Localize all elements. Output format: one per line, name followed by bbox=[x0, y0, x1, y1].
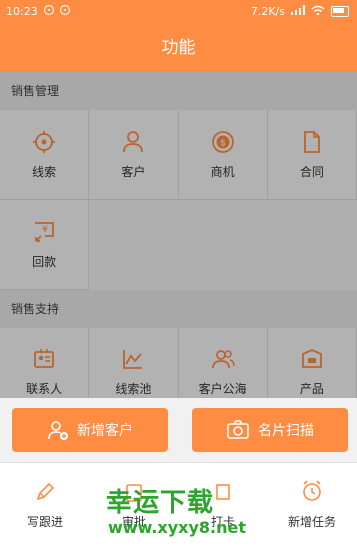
watermark-title: 幸运下载 bbox=[106, 488, 215, 518]
sales-support-grid: 联系人 线索池 客户公海 产品 bbox=[0, 328, 357, 404]
pencil-icon bbox=[36, 482, 55, 501]
svg-text:¥: ¥ bbox=[42, 225, 48, 235]
watermark-url: www.xyxy8.net bbox=[108, 518, 246, 537]
tab-label: 写跟进 bbox=[26, 515, 63, 529]
grid-item-lead-pool[interactable]: 线索池 bbox=[89, 328, 179, 404]
people-group-icon bbox=[211, 350, 235, 369]
grid-item-label: 产品 bbox=[299, 382, 324, 396]
grid-item-label: 联系人 bbox=[26, 382, 63, 396]
notification-dot-icon bbox=[44, 5, 54, 15]
tab-write-follow-up[interactable]: 写跟进 bbox=[5, 475, 85, 530]
add-customer-label: 新增客户 bbox=[77, 423, 133, 439]
wifi-icon bbox=[311, 5, 325, 18]
grid-item-products[interactable]: 产品 bbox=[267, 328, 357, 404]
grid-item-label: 线索 bbox=[32, 165, 57, 179]
add-person-icon bbox=[48, 421, 68, 440]
tab-new-task[interactable]: 新增任务 bbox=[272, 475, 352, 530]
signal-icon bbox=[291, 5, 305, 18]
target-icon bbox=[33, 131, 56, 153]
notification-dot-icon bbox=[60, 5, 70, 15]
grid-item-label: 合同 bbox=[299, 165, 324, 179]
sales-management-grid: 线索 客户 $ 商机 合同 ¥ 回款 bbox=[0, 110, 357, 290]
contact-card-icon bbox=[34, 349, 55, 368]
yuan-payment-icon: ¥ bbox=[35, 222, 55, 242]
grid-item-payments[interactable]: ¥ 回款 bbox=[0, 200, 90, 290]
function-list: 销售管理 线索 客户 $ 商机 合同 ¥ 回款 销售支持 联系人 线索池 客户公… bbox=[0, 72, 357, 404]
grid-item-label: 客户 bbox=[121, 165, 146, 179]
battery-icon bbox=[331, 6, 349, 17]
camera-icon bbox=[227, 420, 249, 439]
grid-item-customers[interactable]: 客户 bbox=[89, 110, 179, 200]
status-time: 10:23 bbox=[6, 5, 38, 18]
grid-item-label: 客户公海 bbox=[198, 382, 247, 396]
section-title-sales-support: 销售支持 bbox=[0, 290, 357, 328]
status-bar: 10:23 7.2K/s bbox=[0, 0, 357, 24]
scan-card-button[interactable]: 名片扫描 bbox=[192, 408, 348, 452]
location-pin-icon bbox=[216, 484, 230, 500]
grid-item-leads[interactable]: 线索 bbox=[0, 110, 90, 200]
grid-item-label: 回款 bbox=[32, 255, 57, 269]
grid-item-customer-pool[interactable]: 客户公海 bbox=[178, 328, 268, 404]
grid-empty-cell bbox=[89, 200, 179, 290]
grid-item-opportunities[interactable]: $ 商机 bbox=[178, 110, 268, 200]
quick-action-row: 新增客户 名片扫描 bbox=[0, 398, 357, 462]
dollar-coin-icon: $ bbox=[211, 131, 234, 153]
grid-item-contracts[interactable]: 合同 bbox=[267, 110, 357, 200]
chart-trend-icon bbox=[123, 350, 143, 369]
add-customer-button[interactable]: 新增客户 bbox=[12, 408, 168, 452]
grid-empty-cell bbox=[267, 200, 357, 290]
document-icon bbox=[303, 131, 320, 153]
tab-label: 新增任务 bbox=[287, 515, 336, 529]
page-title: 功能 bbox=[0, 24, 357, 72]
grid-item-contacts[interactable]: 联系人 bbox=[0, 328, 90, 404]
person-icon bbox=[123, 131, 144, 153]
scan-card-label: 名片扫描 bbox=[258, 423, 314, 439]
grid-item-label: 商机 bbox=[210, 165, 235, 179]
alarm-clock-icon bbox=[303, 480, 321, 501]
network-speed: 7.2K/s bbox=[250, 5, 285, 18]
grid-empty-cell bbox=[178, 200, 268, 290]
product-box-icon bbox=[301, 349, 322, 368]
section-title-sales-management: 销售管理 bbox=[0, 72, 357, 110]
svg-text:$: $ bbox=[220, 139, 226, 149]
grid-item-label: 线索池 bbox=[115, 382, 152, 396]
